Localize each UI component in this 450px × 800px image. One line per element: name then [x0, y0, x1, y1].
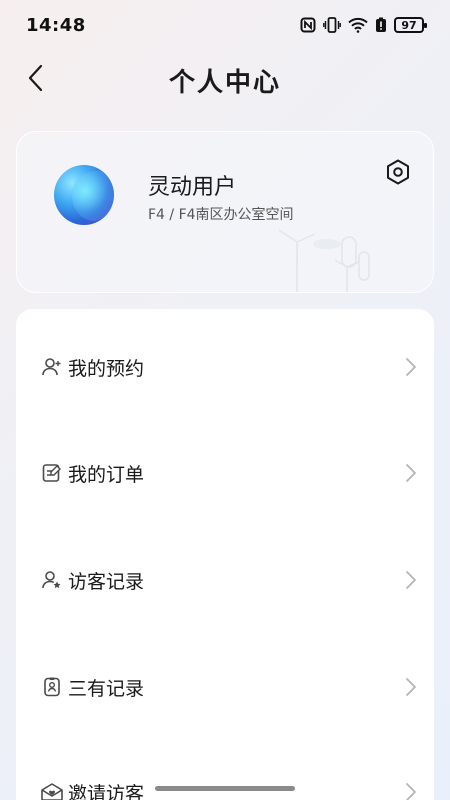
menu-item-label: 访客记录	[68, 570, 145, 593]
battery-icon: 97	[394, 17, 427, 33]
status-bar: 14:48 97	[0, 0, 450, 50]
person-plus-icon	[40, 355, 64, 379]
menu-item-my-appointments[interactable]: 我的预约	[16, 332, 434, 402]
menu-item-label: 三有记录	[68, 677, 145, 700]
vibrate-icon	[323, 17, 341, 33]
badge-card-icon	[40, 675, 64, 699]
status-time: 14:48	[26, 14, 86, 36]
profile-card[interactable]: 灵动用户 F4 / F4南区办公室空间	[16, 131, 434, 293]
edit-document-icon	[40, 461, 64, 485]
chevron-right-icon	[404, 782, 418, 800]
page-title: 个人中心	[168, 67, 281, 98]
user-name: 灵动用户	[148, 175, 237, 200]
avatar[interactable]	[54, 165, 114, 225]
chevron-right-icon	[404, 463, 418, 483]
menu-item-visitor-records[interactable]: 访客记录	[16, 545, 434, 615]
menu-item-my-orders[interactable]: 我的订单	[16, 438, 434, 508]
menu-panel: 我的预约 我的订单 访客记录 三有记录 邀请访客	[16, 309, 434, 800]
nfc-icon	[300, 17, 316, 33]
chevron-right-icon	[404, 677, 418, 697]
chevron-right-icon	[404, 570, 418, 590]
battery-alert-icon	[375, 17, 387, 33]
menu-item-label: 邀请访客	[68, 782, 145, 800]
wifi-icon	[348, 17, 368, 33]
menu-item-invite-visitor[interactable]: 邀请访客	[16, 757, 434, 800]
menu-item-label: 我的订单	[68, 463, 145, 486]
home-indicator[interactable]	[155, 786, 295, 791]
chevron-right-icon	[404, 357, 418, 377]
menu-item-sanyou-records[interactable]: 三有记录	[16, 652, 434, 722]
chevron-left-icon	[26, 63, 46, 97]
back-button[interactable]	[26, 64, 62, 96]
status-icons: 97	[300, 17, 427, 33]
header: 个人中心	[0, 50, 450, 110]
mail-heart-icon	[40, 780, 64, 800]
user-location: F4 / F4南区办公室空间	[148, 207, 294, 223]
battery-level: 97	[401, 18, 417, 32]
wind-turbine-illustration	[278, 229, 370, 292]
hexagon-settings-icon	[384, 158, 412, 190]
person-star-icon	[40, 568, 64, 592]
settings-button[interactable]	[381, 157, 415, 191]
menu-item-label: 我的预约	[68, 357, 145, 380]
